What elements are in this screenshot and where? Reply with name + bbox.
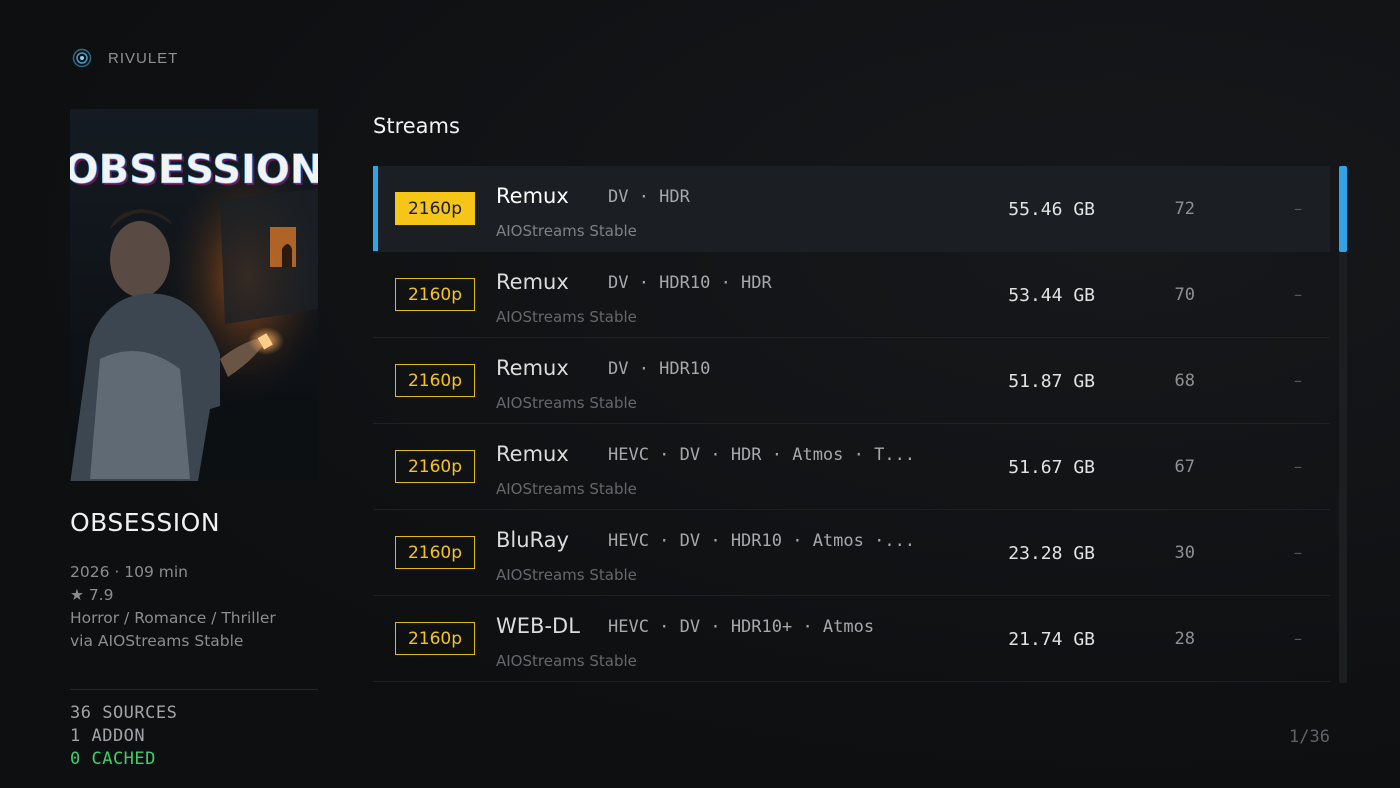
stream-list-scrollbar[interactable] <box>1339 166 1347 683</box>
stream-tags: HEVC · DV · HDR10 · Atmos ·... <box>608 531 916 551</box>
stream-quality: Remux <box>496 356 569 380</box>
stream-tags: HEVC · DV · HDR · Atmos · T... <box>608 445 916 465</box>
movie-source-addon: via AIOStreams Stable <box>70 632 244 650</box>
stream-size: 23.28 GB <box>1008 543 1095 564</box>
rivulet-logo-icon <box>72 48 92 68</box>
stream-size: 51.87 GB <box>1008 371 1095 392</box>
movie-genres: Horror / Romance / Thriller <box>70 609 276 627</box>
cached-count: 0 CACHED <box>70 749 156 769</box>
stream-provider: AIOStreams Stable <box>496 394 637 412</box>
movie-rating: ★ 7.9 <box>70 586 114 604</box>
brand-name: RIVULET <box>108 49 179 67</box>
stream-row[interactable]: 2160p Remux DV · HDR AIOStreams Stable 55.46… <box>373 166 1330 252</box>
stream-row[interactable]: 2160p Remux DV · HDR10 AIOStreams Stable 51.… <box>373 338 1330 424</box>
scrollbar-thumb[interactable] <box>1339 166 1347 252</box>
divider <box>70 689 318 690</box>
stream-tags: DV · HDR10 <box>608 359 711 379</box>
source-stats: 36 SOURCES 1 ADDON 0 CACHED <box>70 702 177 771</box>
stream-tags: DV · HDR <box>608 187 690 207</box>
stream-seeds: 70 <box>1174 285 1195 305</box>
movie-title: OBSESSION <box>70 508 221 537</box>
stream-cache-status: – <box>1294 629 1302 648</box>
stream-size: 51.67 GB <box>1008 457 1095 478</box>
stream-row[interactable]: 2160p WEB-DL HEVC · DV · HDR10+ · Atmos AIO… <box>373 596 1330 682</box>
app-root: RIVULET OBSESSION OBSESSION OBSESSION 20… <box>0 0 1400 788</box>
stream-size: 53.44 GB <box>1008 285 1095 306</box>
stream-quality: BluRay <box>496 528 569 552</box>
stream-row[interactable]: 2160p BluRay HEVC · DV · HDR10 · Atmos ·..… <box>373 510 1330 596</box>
movie-meta: 2026 · 109 min ★ 7.9 Horror / Romance / … <box>70 561 276 653</box>
stream-cache-status: – <box>1294 199 1302 218</box>
stream-tags: DV · HDR10 · HDR <box>608 273 772 293</box>
stream-provider: AIOStreams Stable <box>496 652 637 670</box>
stream-provider: AIOStreams Stable <box>496 480 637 498</box>
stream-list: 2160p Remux DV · HDR AIOStreams Stable 55.46… <box>373 166 1330 682</box>
stream-quality: Remux <box>496 270 569 294</box>
stream-pager: 1/36 <box>1289 727 1330 747</box>
brand: RIVULET <box>72 48 178 68</box>
stream-row[interactable]: 2160p Remux HEVC · DV · HDR · Atmos · T...… <box>373 424 1330 510</box>
stream-seeds: 28 <box>1174 629 1195 649</box>
poster-title: OBSESSION <box>70 147 318 193</box>
resolution-badge: 2160p <box>395 536 475 569</box>
resolution-badge: 2160p <box>395 192 475 225</box>
addons-count: 1 ADDON <box>70 726 146 746</box>
stream-quality: Remux <box>496 442 569 466</box>
stream-provider: AIOStreams Stable <box>496 222 637 240</box>
movie-poster: OBSESSION OBSESSION <box>70 109 318 481</box>
stream-cache-status: – <box>1294 371 1302 390</box>
stream-size: 21.74 GB <box>1008 629 1095 650</box>
stream-seeds: 67 <box>1174 457 1195 477</box>
stream-provider: AIOStreams Stable <box>496 566 637 584</box>
stream-cache-status: – <box>1294 543 1302 562</box>
resolution-badge: 2160p <box>395 278 475 311</box>
movie-year-runtime: 2026 · 109 min <box>70 563 188 581</box>
stream-cache-status: – <box>1294 457 1302 476</box>
resolution-badge: 2160p <box>395 450 475 483</box>
stream-provider: AIOStreams Stable <box>496 308 637 326</box>
streams-heading: Streams <box>373 114 460 138</box>
stream-seeds: 68 <box>1174 371 1195 391</box>
stream-cache-status: – <box>1294 285 1302 304</box>
stream-tags: HEVC · DV · HDR10+ · Atmos <box>608 617 875 637</box>
resolution-badge: 2160p <box>395 622 475 655</box>
sources-count: 36 SOURCES <box>70 703 178 723</box>
stream-quality: WEB-DL <box>496 614 580 638</box>
stream-row[interactable]: 2160p Remux DV · HDR10 · HDR AIOStreams Sta… <box>373 252 1330 338</box>
stream-seeds: 72 <box>1174 199 1195 219</box>
stream-seeds: 30 <box>1174 543 1195 563</box>
resolution-badge: 2160p <box>395 364 475 397</box>
stream-quality: Remux <box>496 184 569 208</box>
stream-size: 55.46 GB <box>1008 199 1095 220</box>
